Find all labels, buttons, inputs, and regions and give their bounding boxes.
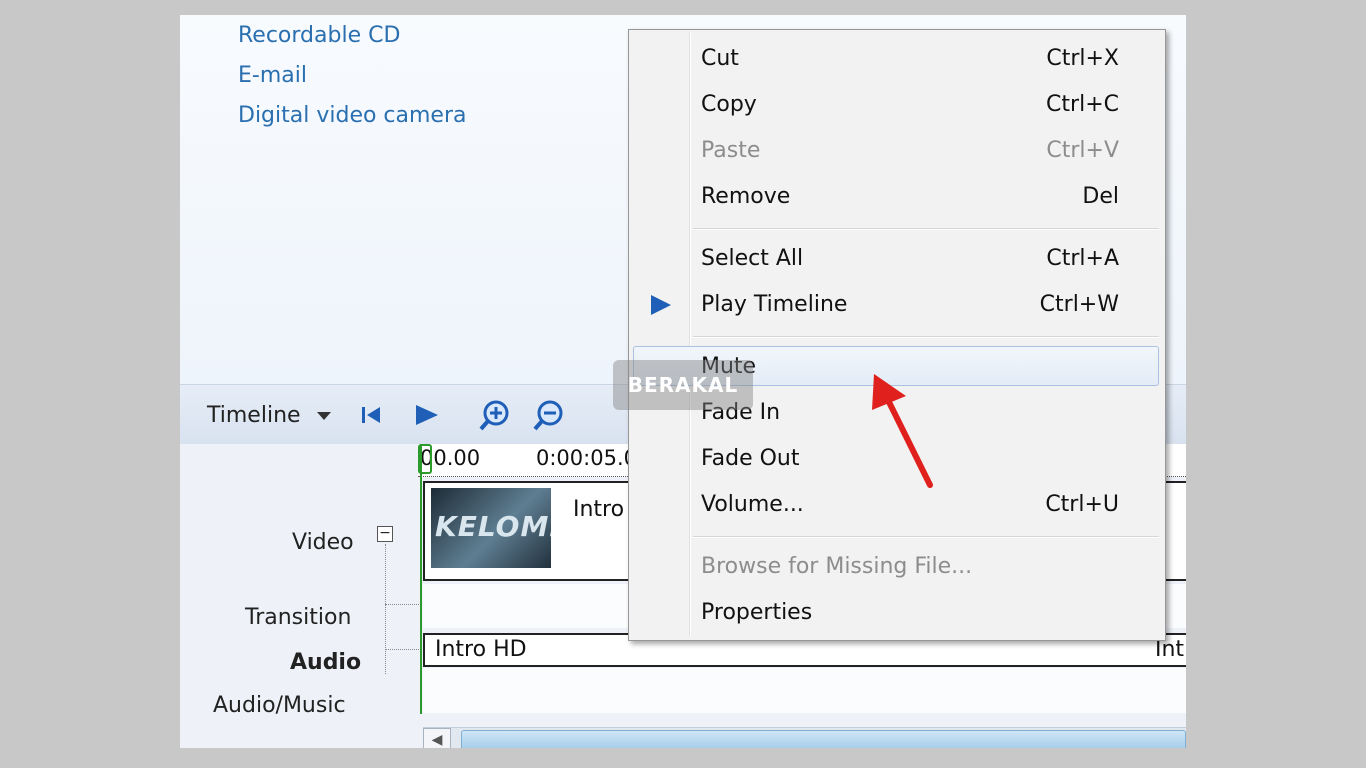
- track-label-video: Video: [292, 530, 354, 555]
- collapse-video-icon[interactable]: −: [377, 526, 393, 542]
- menu-item-label: Select All: [701, 246, 804, 271]
- menu-item-play-timeline[interactable]: Play Timeline Ctrl+W: [633, 284, 1159, 324]
- menu-separator: [693, 536, 1159, 538]
- red-arrow-annotation: [872, 374, 933, 488]
- rewind-button[interactable]: [356, 399, 388, 431]
- dropdown-arrow-icon: [316, 412, 331, 420]
- ruler-time-5s: 0:00:05.0: [536, 446, 637, 470]
- timeline-view-dropdown[interactable]: Timeline: [207, 403, 332, 428]
- video-clip-thumbnail[interactable]: KELOMPOK 4: [431, 488, 551, 568]
- tree-line: [385, 544, 386, 674]
- menu-item-label: Copy: [701, 92, 757, 117]
- timeline-label: Timeline: [207, 403, 301, 428]
- tree-connector-audio: [385, 649, 421, 650]
- watermark-logo: BERAKAL: [613, 360, 753, 410]
- scroll-thumb[interactable]: [461, 730, 1186, 748]
- horizontal-scrollbar[interactable]: ◀: [423, 727, 1186, 748]
- zoom-in-icon: [479, 400, 509, 431]
- menu-item-shortcut: Ctrl+U: [1045, 492, 1119, 517]
- play-icon: [651, 295, 671, 315]
- menu-item-label: Browse for Missing File...: [701, 554, 973, 579]
- task-link-email[interactable]: E-mail: [238, 63, 307, 88]
- audio-clip-name: Intro HD: [435, 637, 527, 662]
- menu-item-label: Fade Out: [701, 446, 800, 471]
- menu-item-cut[interactable]: Cut Ctrl+X: [633, 38, 1159, 78]
- menu-item-shortcut: Ctrl+V: [1046, 138, 1119, 163]
- menu-item-label: Paste: [701, 138, 761, 163]
- zoom-out-icon: [533, 400, 563, 431]
- menu-separator: [693, 336, 1159, 338]
- track-label-audio-music: Audio/Music: [213, 693, 346, 718]
- video-clip-name: Intro: [573, 497, 625, 522]
- audio-music-track[interactable]: [423, 668, 1186, 713]
- zoom-out-button[interactable]: [532, 399, 564, 431]
- track-label-audio: Audio: [290, 650, 362, 675]
- menu-item-paste[interactable]: Paste Ctrl+V: [633, 130, 1159, 170]
- menu-item-copy[interactable]: Copy Ctrl+C: [633, 84, 1159, 124]
- menu-item-shortcut: Ctrl+A: [1046, 246, 1119, 271]
- menu-item-shortcut: Del: [1082, 184, 1119, 209]
- play-icon: [416, 405, 438, 425]
- menu-item-select-all[interactable]: Select All Ctrl+A: [633, 238, 1159, 278]
- playhead-line[interactable]: [420, 444, 422, 714]
- task-link-recordable-cd[interactable]: Recordable CD: [238, 23, 400, 48]
- menu-item-volume[interactable]: Volume... Ctrl+U: [633, 484, 1159, 524]
- menu-item-remove[interactable]: Remove Del: [633, 176, 1159, 216]
- scroll-left-icon[interactable]: ◀: [423, 728, 451, 748]
- tree-connector-transition: [385, 604, 421, 605]
- menu-item-shortcut: Ctrl+C: [1046, 92, 1119, 117]
- menu-item-label: Cut: [701, 46, 739, 71]
- menu-item-browse-missing-file[interactable]: Browse for Missing File...: [633, 546, 1159, 586]
- thumbnail-text: KELOMPOK 4: [435, 510, 551, 543]
- menu-item-properties[interactable]: Properties: [633, 592, 1159, 632]
- playhead-handle[interactable]: [418, 444, 432, 474]
- zoom-in-button[interactable]: [478, 399, 510, 431]
- play-button[interactable]: [410, 399, 442, 431]
- track-label-transition: Transition: [245, 605, 352, 630]
- task-link-digital-video-camera[interactable]: Digital video camera: [238, 103, 467, 128]
- menu-separator: [693, 228, 1159, 230]
- menu-item-shortcut: Ctrl+W: [1039, 292, 1119, 317]
- context-menu: Cut Ctrl+X Copy Ctrl+C Paste Ctrl+V Remo…: [628, 29, 1166, 641]
- menu-item-label: Remove: [701, 184, 791, 209]
- menu-item-label: Volume...: [701, 492, 804, 517]
- menu-item-label: Properties: [701, 600, 813, 625]
- menu-item-label: Play Timeline: [701, 292, 848, 317]
- menu-item-shortcut: Ctrl+X: [1046, 46, 1119, 71]
- rewind-icon: [362, 407, 380, 423]
